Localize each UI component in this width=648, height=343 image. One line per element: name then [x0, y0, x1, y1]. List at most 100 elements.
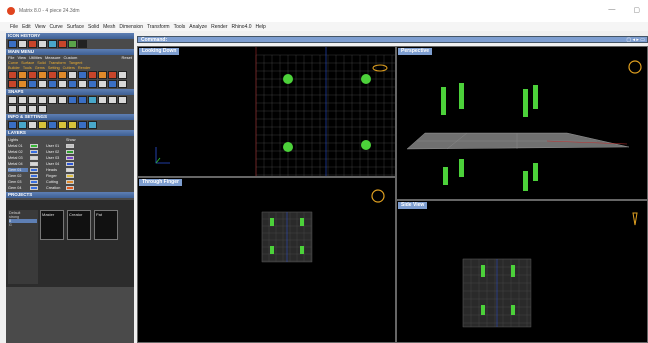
tool-icon[interactable] — [8, 71, 17, 79]
history-tool-icon[interactable] — [8, 40, 17, 48]
tool-category-render[interactable]: Render — [78, 66, 90, 70]
tool-category-solid[interactable]: Solid — [37, 61, 45, 65]
main-menu-custom[interactable]: Custom — [64, 55, 78, 60]
viewport-side-view[interactable]: Side View — [396, 200, 648, 343]
layer-color-swatch[interactable] — [30, 180, 38, 184]
menu-tools[interactable]: Tools — [174, 24, 186, 30]
tool-icon[interactable] — [48, 71, 57, 79]
tool-icon[interactable] — [88, 80, 97, 88]
gem-icon[interactable] — [361, 74, 371, 84]
tool-icon[interactable] — [118, 71, 127, 79]
snap-icon[interactable] — [108, 96, 117, 104]
tool-icon[interactable] — [8, 80, 17, 88]
show-label[interactable]: Show — [66, 138, 84, 142]
info-icon[interactable] — [68, 121, 77, 129]
menu-rhino40[interactable]: Rhino4.0 — [232, 24, 252, 30]
layer-color-swatch[interactable] — [30, 174, 38, 178]
tool-category-tangent[interactable]: Tangent — [69, 61, 83, 65]
main-menu-view[interactable]: View — [17, 55, 26, 60]
info-icon[interactable] — [88, 121, 97, 129]
snap-icon[interactable] — [28, 96, 37, 104]
layer-color-swatch[interactable] — [30, 150, 38, 154]
menu-render[interactable]: Render — [211, 24, 227, 30]
info-icon[interactable] — [58, 121, 67, 129]
tool-icon[interactable] — [38, 80, 47, 88]
snap-icon[interactable] — [8, 105, 17, 113]
tool-icon[interactable] — [58, 80, 67, 88]
tool-icon[interactable] — [78, 71, 87, 79]
layer-color-swatch[interactable] — [66, 174, 74, 178]
menu-mesh[interactable]: Mesh — [103, 24, 115, 30]
reset-button[interactable]: Reset — [122, 55, 132, 60]
tool-icon[interactable] — [78, 80, 87, 88]
snap-icon[interactable] — [38, 105, 47, 113]
snap-icon[interactable] — [18, 105, 27, 113]
tool-icon[interactable] — [108, 80, 117, 88]
snap-icon[interactable] — [58, 96, 67, 104]
tool-icon[interactable] — [58, 71, 67, 79]
project-thumbnail[interactable]: Creator — [67, 210, 91, 240]
menu-curve[interactable]: Curve — [49, 24, 62, 30]
viewport-perspective[interactable]: Perspective — [396, 46, 648, 200]
tool-category-cutters[interactable]: Cutters — [63, 66, 75, 70]
menu-solid[interactable]: Solid — [88, 24, 99, 30]
viewport-looking-down[interactable]: Looking Down — [137, 46, 396, 177]
layer-color-swatch[interactable] — [66, 150, 74, 154]
gem-icon[interactable] — [283, 74, 293, 84]
menu-view[interactable]: View — [35, 24, 46, 30]
viewport-label-perspective[interactable]: Perspective — [398, 48, 433, 55]
project-thumbnail[interactable]: Pat — [94, 210, 118, 240]
tool-category-builder[interactable]: Builder — [8, 66, 20, 70]
tool-icon[interactable] — [28, 71, 37, 79]
maximize-button[interactable]: ▢ — [633, 6, 640, 14]
info-icon[interactable] — [38, 121, 47, 129]
history-tool-icon[interactable] — [68, 40, 77, 48]
history-tool-icon[interactable] — [48, 40, 57, 48]
project-list[interactable]: Default strong 0 G — [8, 210, 38, 284]
projects-header[interactable]: PROJECTS — [6, 192, 134, 198]
menu-edit[interactable]: Edit — [22, 24, 31, 30]
command-bar[interactable]: Command: ▢ ◂ ▸ ▭ — [137, 36, 648, 43]
menu-analyze[interactable]: Analyze — [189, 24, 207, 30]
layer-color-swatch[interactable] — [30, 186, 38, 190]
tool-category-surface[interactable]: Surface — [21, 61, 34, 65]
layer-color-swatch[interactable] — [66, 162, 74, 166]
snap-icon[interactable] — [98, 96, 107, 104]
info-icon[interactable] — [78, 121, 87, 129]
tool-icon[interactable] — [98, 80, 107, 88]
gem-icon[interactable] — [283, 142, 293, 152]
tool-icon[interactable] — [18, 80, 27, 88]
lights-label[interactable]: Lights — [8, 138, 28, 142]
viewport-label-side[interactable]: Side View — [398, 202, 428, 209]
minimize-button[interactable]: — — [608, 6, 615, 14]
tool-icon[interactable] — [38, 71, 47, 79]
snap-icon[interactable] — [8, 96, 17, 104]
history-tool-icon[interactable] — [78, 40, 87, 48]
tool-icon[interactable] — [48, 80, 57, 88]
layer-color-swatch[interactable] — [66, 180, 74, 184]
tool-category-tools[interactable]: Tools — [23, 66, 32, 70]
layer-color-swatch[interactable] — [66, 144, 74, 148]
viewport-through-finger[interactable]: Through Finger — [137, 177, 396, 343]
info-icon[interactable] — [8, 121, 17, 129]
snap-icon[interactable] — [68, 96, 77, 104]
snap-icon[interactable] — [88, 96, 97, 104]
tool-icon[interactable] — [28, 80, 37, 88]
menu-help[interactable]: Help — [256, 24, 266, 30]
info-icon[interactable] — [48, 121, 57, 129]
main-menu-file[interactable]: File — [8, 55, 14, 60]
gem-icon[interactable] — [361, 140, 371, 150]
menu-dimension[interactable]: Dimension — [119, 24, 143, 30]
snap-icon[interactable] — [118, 96, 127, 104]
layer-color-swatch[interactable] — [30, 168, 38, 172]
layer-color-swatch[interactable] — [30, 162, 38, 166]
history-tool-icon[interactable] — [38, 40, 47, 48]
layer-color-swatch[interactable] — [66, 186, 74, 190]
info-icon[interactable] — [18, 121, 27, 129]
snap-icon[interactable] — [78, 96, 87, 104]
snap-icon[interactable] — [38, 96, 47, 104]
snap-icon[interactable] — [48, 96, 57, 104]
layer-color-swatch[interactable] — [66, 156, 74, 160]
tool-icon[interactable] — [108, 71, 117, 79]
info-icon[interactable] — [28, 121, 37, 129]
